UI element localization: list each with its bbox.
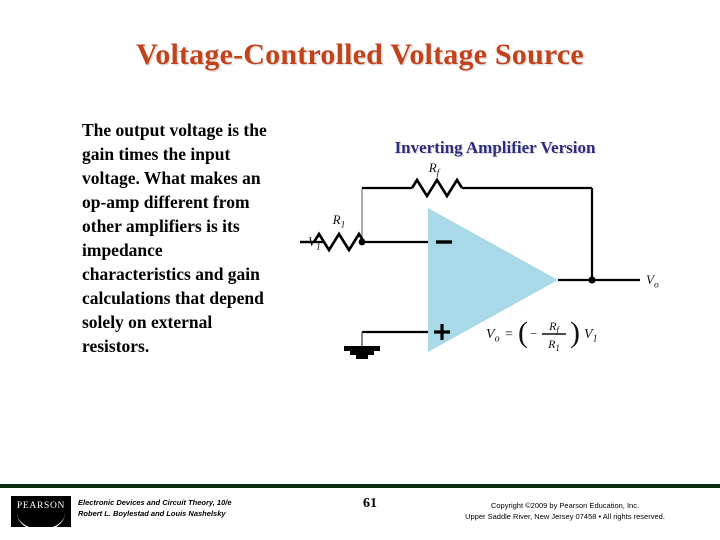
equation-denominator: R1	[547, 337, 560, 353]
input-source-label-sub: 1	[316, 243, 321, 253]
output-label: Vo	[646, 272, 659, 291]
page-number: 61	[363, 496, 377, 511]
equation-equals: =	[505, 327, 513, 342]
equation-lhs-sub: o	[495, 334, 500, 345]
book-authors-line: Robert L. Boylestad and Louis Nashelsky	[78, 509, 226, 518]
pearson-logo: PEARSON	[11, 496, 71, 527]
gain-equation: Vo = ( − Rf R1 ) V1	[486, 316, 598, 353]
feedback-resistor-label-base: R	[428, 160, 437, 175]
slide-footer: PEARSON Electronic Devices and Circuit T…	[0, 488, 720, 540]
equation-lhs: Vo	[486, 327, 500, 345]
feedback-resistor-symbol	[410, 177, 464, 199]
input-resistor-label: R1	[332, 212, 346, 231]
copyright-line-2: Upper Saddle River, New Jersey 07458 • A…	[465, 512, 665, 521]
copyright-line-1: Copyright ©2009 by Pearson Education, In…	[490, 501, 640, 510]
feedback-resistor-label: Rf	[428, 160, 441, 179]
inverting-amplifier-circuit-diagram: Rf V1 R1	[294, 160, 690, 360]
equation-open-paren: (	[518, 316, 528, 349]
page-title: Voltage-Controlled Voltage Source	[136, 38, 584, 71]
feedback-resistor-label-sub: f	[437, 168, 441, 179]
figure-heading: Inverting Amplifier Version	[394, 138, 596, 157]
pearson-swoosh-icon	[17, 513, 65, 527]
input-resistor-label-base: R	[332, 212, 341, 227]
ground-icon	[344, 346, 380, 359]
equation-minus-sign: −	[530, 326, 537, 341]
inverting-node-junction-dot	[358, 238, 366, 246]
equation-numerator: Rf	[548, 319, 560, 335]
book-title-line: Electronic Devices and Circuit Theory, 1…	[78, 498, 232, 507]
circuit-svg: Rf V1 R1	[294, 160, 659, 359]
equation-rhs-sub: 1	[593, 334, 598, 345]
output-node-junction-dot	[588, 276, 596, 284]
book-credit: Electronic Devices and Circuit Theory, 1…	[78, 497, 328, 519]
pearson-wordmark: PEARSON	[16, 501, 66, 511]
equation-rhs: V1	[584, 327, 598, 345]
input-resistor-label-sub: 1	[341, 221, 346, 231]
output-label-sub: o	[654, 281, 659, 291]
equation-denominator-sub: 1	[555, 343, 560, 353]
copyright-notice: Copyright ©2009 by Pearson Education, In…	[420, 500, 710, 522]
body-paragraph: The output voltage is the gain times the…	[82, 120, 267, 356]
equation-close-paren: )	[570, 316, 580, 349]
figure-panel: Inverting Amplifier Version Rf V1	[294, 118, 690, 368]
